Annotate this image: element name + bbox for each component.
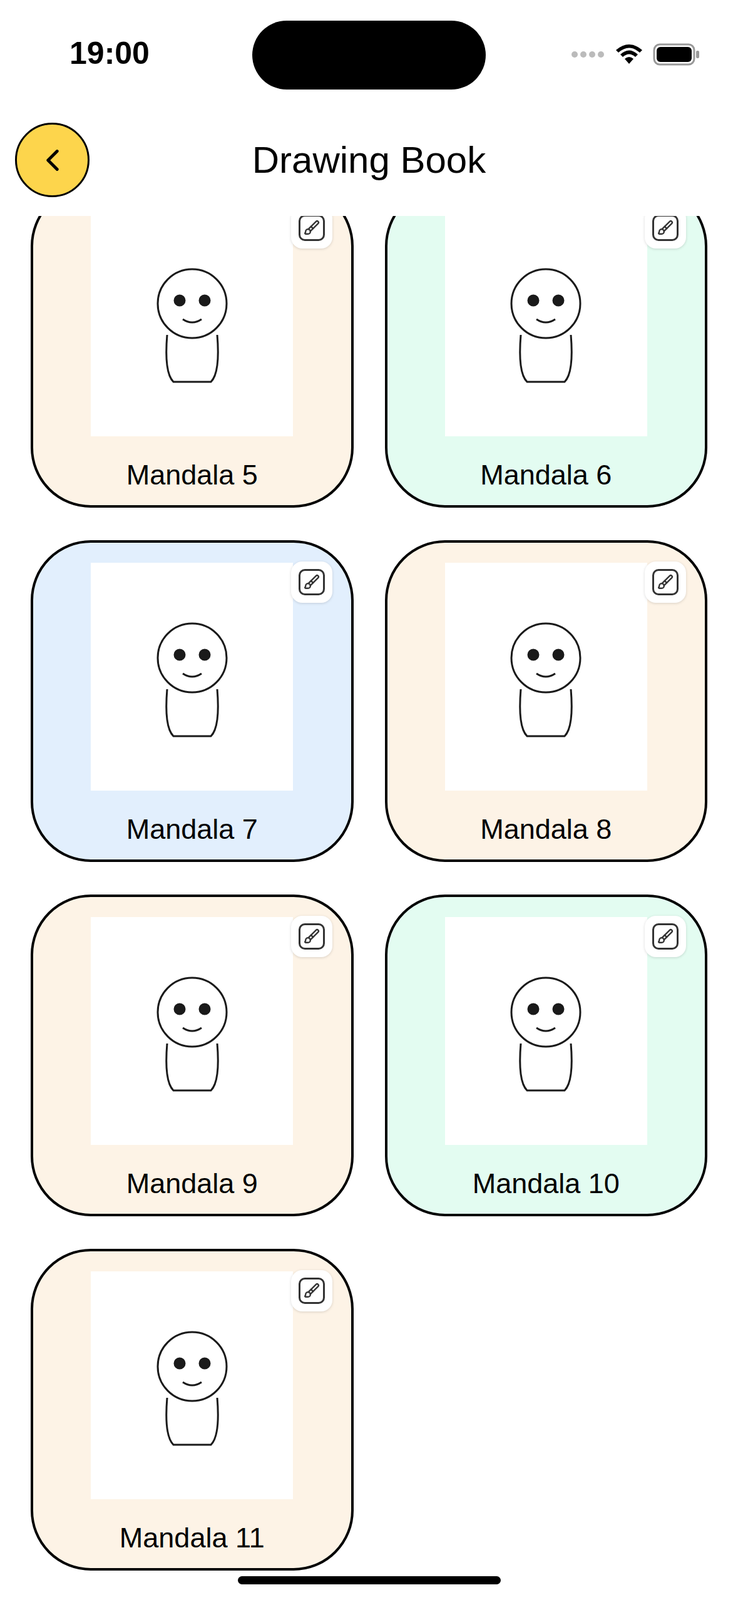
line-art-icon <box>129 1316 255 1455</box>
card-scroll-area: Mandala 5 Mandala 6 Mandala 7 Mandala 8 Mand… <box>0 215 738 1600</box>
line-art-icon <box>129 253 255 392</box>
drawing-card[interactable]: Mandala 10 <box>384 894 708 1217</box>
edit-button[interactable] <box>291 915 333 958</box>
back-button[interactable] <box>15 122 90 198</box>
drawing-thumbnail <box>90 1271 293 1500</box>
drawing-card[interactable]: Mandala 5 <box>30 215 354 508</box>
drawing-thumbnail <box>90 917 293 1145</box>
status-time: 19:00 <box>37 34 182 72</box>
chevron-left-icon <box>34 142 71 179</box>
brush-icon <box>298 923 325 950</box>
drawing-label: Mandala 6 <box>470 457 622 493</box>
home-indicator <box>237 1576 501 1585</box>
drawing-card[interactable]: Mandala 8 <box>384 540 708 862</box>
app-screen: 19:00Drawing BookMandala 5Mandala 6Manda… <box>0 0 738 1600</box>
drawing-label: Mandala 11 <box>109 1520 275 1556</box>
status-icons <box>556 34 701 66</box>
edit-button[interactable] <box>291 561 333 603</box>
drawing-thumbnail <box>445 215 648 437</box>
drawing-label: Mandala 8 <box>470 811 622 847</box>
brush-icon <box>298 568 325 596</box>
brush-icon <box>298 215 325 241</box>
signal-icon <box>570 50 606 59</box>
drawing-thumbnail <box>445 562 648 791</box>
drawing-card[interactable]: Mandala 6 <box>384 215 708 508</box>
drawing-card[interactable]: Mandala 9 <box>30 894 354 1217</box>
brush-icon <box>652 568 679 596</box>
line-art-icon <box>129 607 255 746</box>
drawing-card[interactable]: Mandala 11 <box>30 1248 354 1571</box>
wifi-icon <box>615 43 643 66</box>
brush-icon <box>652 215 679 241</box>
drawing-card[interactable]: Mandala 7 <box>30 540 354 862</box>
edit-button[interactable] <box>644 915 687 958</box>
battery-icon <box>652 43 701 66</box>
drawing-label: Mandala 5 <box>116 457 268 493</box>
drawing-thumbnail <box>445 917 648 1145</box>
dynamic-island <box>252 20 486 90</box>
drawing-label: Mandala 10 <box>462 1166 630 1202</box>
edit-button[interactable] <box>644 561 687 603</box>
brush-icon <box>298 1277 325 1304</box>
drawing-thumbnail <box>90 215 293 437</box>
brush-icon <box>652 923 679 950</box>
edit-button[interactable] <box>291 215 333 249</box>
drawing-thumbnail <box>90 562 293 791</box>
edit-button[interactable] <box>291 1270 333 1312</box>
status-bar: 19:00 <box>0 0 738 113</box>
header: Drawing Book <box>0 112 738 216</box>
line-art-icon <box>483 253 609 392</box>
drawing-label: Mandala 9 <box>116 1166 268 1202</box>
edit-button[interactable] <box>644 215 687 249</box>
drawing-label: Mandala 7 <box>116 811 268 847</box>
page-title: Drawing Book <box>89 137 723 183</box>
line-art-icon <box>129 962 255 1100</box>
line-art-icon <box>483 607 609 746</box>
line-art-icon <box>483 962 609 1100</box>
card-grid: Mandala 5 Mandala 6 Mandala 7 Mandala 8 Mand… <box>0 215 738 1571</box>
